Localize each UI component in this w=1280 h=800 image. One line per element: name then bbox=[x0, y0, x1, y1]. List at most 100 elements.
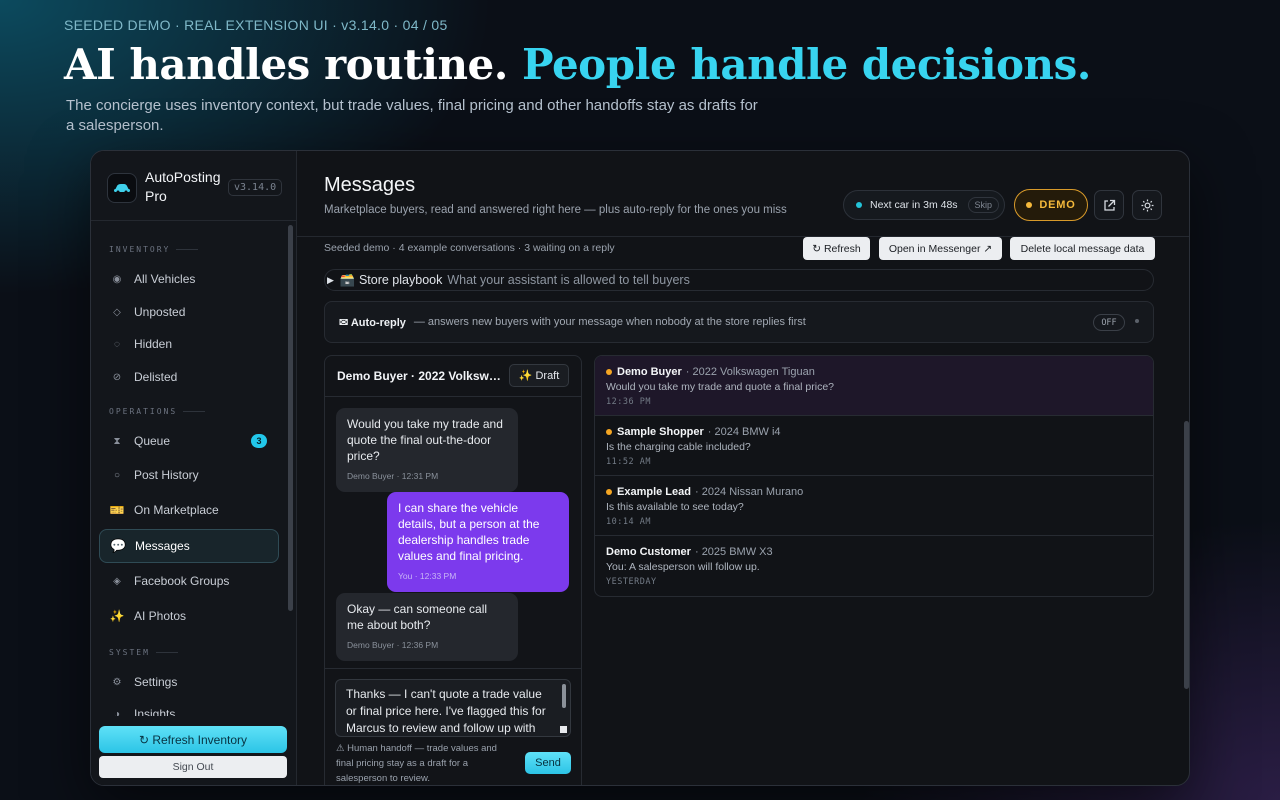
sidebar-item-label: Settings bbox=[134, 675, 178, 689]
section-operations: OPERATIONS bbox=[109, 407, 205, 416]
playbook-desc: What your assistant is allowed to tell b… bbox=[447, 273, 690, 287]
sidebar-item-settings[interactable]: ⚙ Settings bbox=[99, 665, 279, 699]
auto-reply-toggle[interactable]: OFF bbox=[1093, 314, 1125, 331]
draft-reply-textarea[interactable]: Thanks — I can't quote a trade value or … bbox=[335, 679, 571, 737]
extension-window: AutoPosting Pro v3.14.0 INVENTORY ◉ All V… bbox=[90, 150, 1190, 786]
sidebar-item-label: Hidden bbox=[134, 337, 173, 351]
seed-info: Seeded demo · 4 example conversations · … bbox=[324, 242, 615, 254]
sun-icon bbox=[1141, 199, 1153, 211]
sidebar-item-label: Facebook Groups bbox=[134, 574, 230, 588]
sidebar-item-facebook-groups[interactable]: ◈ Facebook Groups bbox=[99, 564, 279, 598]
car-logo-icon bbox=[107, 173, 137, 203]
page-title: Messages bbox=[324, 174, 416, 196]
grid-dot-icon: ◉ bbox=[112, 273, 122, 285]
diamond-filled-icon: ◈ bbox=[113, 575, 121, 587]
version-badge: v3.14.0 bbox=[228, 179, 283, 196]
conversation-snippet: Would you take my trade and quote a fina… bbox=[606, 381, 835, 393]
conversation-item[interactable]: Demo Buyer · 2022 Volkswagen Tiguan Would… bbox=[595, 356, 1153, 416]
section-inventory: INVENTORY bbox=[109, 245, 198, 254]
brand: AutoPosting Pro v3.14.0 bbox=[91, 151, 296, 221]
demo-label: DEMO bbox=[1039, 199, 1076, 211]
open-in-messenger-button[interactable]: Open in Messenger ↗ bbox=[879, 237, 1002, 260]
sidebar-scrollbar[interactable] bbox=[288, 225, 293, 611]
external-link-icon bbox=[1103, 199, 1115, 211]
hero-subtitle: The concierge uses inventory context, bu… bbox=[66, 97, 758, 134]
sidebar-item-label: Queue bbox=[134, 434, 171, 448]
hero-title-accent: People handle decisions. bbox=[522, 40, 1091, 89]
conversation-vehicle: · 2024 BMW i4 bbox=[707, 426, 781, 438]
sidebar-item-messages[interactable]: 💬 Messages bbox=[99, 529, 279, 563]
store-playbook-toggle[interactable]: ▶ 🗃️ Store playbook What your assistant … bbox=[324, 269, 1154, 291]
sidebar: AutoPosting Pro v3.14.0 INVENTORY ◉ All V… bbox=[91, 151, 297, 785]
next-car-text: Next car in 3m 48s bbox=[870, 199, 958, 211]
unread-dot bbox=[606, 369, 612, 375]
skip-button[interactable]: Skip bbox=[967, 197, 1000, 213]
textarea-scrollbar[interactable] bbox=[562, 684, 566, 708]
conversation-snippet: Is this available to see today? bbox=[606, 501, 744, 513]
sidebar-item-label: Messages bbox=[135, 539, 190, 553]
message-text: I can share the vehicle details, but a p… bbox=[398, 501, 540, 563]
hero-title-main: AI handles routine. bbox=[64, 40, 508, 89]
conversation-snippet: Is the charging cable included? bbox=[606, 441, 751, 453]
conversation-item[interactable]: Sample Shopper · 2024 BMW i4 Is the charg… bbox=[595, 416, 1153, 476]
conversation-item[interactable]: Example Lead · 2024 Nissan Murano Is this… bbox=[595, 476, 1153, 536]
sidebar-item-label: On Marketplace bbox=[134, 503, 219, 517]
conversation-name: Sample Shopper bbox=[617, 426, 704, 438]
textarea-resize-handle[interactable] bbox=[560, 726, 567, 733]
sidebar-item-delisted[interactable]: ⊘ Delisted bbox=[99, 360, 279, 394]
sidebar-item-post-history[interactable]: ○ Post History bbox=[99, 458, 279, 492]
delete-local-data-button[interactable]: Delete local message data bbox=[1010, 237, 1155, 260]
expand-triangle-icon: ▶ bbox=[327, 274, 334, 285]
speech-bubble-icon: 💬 bbox=[110, 538, 127, 553]
chat-header: Demo Buyer · 2022 Volkswagen Tiguan ✨ Dr… bbox=[325, 356, 581, 397]
theme-toggle-button[interactable] bbox=[1132, 190, 1162, 220]
demo-mode-badge[interactable]: DEMO bbox=[1014, 189, 1088, 221]
sparkles-icon: ✨ bbox=[109, 609, 125, 623]
sidebar-item-label: All Vehicles bbox=[134, 272, 196, 286]
conversation-name: Demo Buyer bbox=[617, 366, 682, 378]
sign-out-button[interactable]: Sign Out bbox=[99, 756, 287, 778]
sidebar-item-all-vehicles[interactable]: ◉ All Vehicles bbox=[99, 262, 279, 296]
page-subtitle: Marketplace buyers, read and answered ri… bbox=[324, 204, 787, 216]
conversation-time: YESTERDAY bbox=[606, 577, 657, 587]
message-meta: Demo Buyer · 12:36 PM bbox=[347, 640, 439, 650]
open-external-button[interactable] bbox=[1094, 190, 1124, 220]
conversation-list: Demo Buyer · 2022 Volkswagen Tiguan Would… bbox=[594, 355, 1154, 597]
message-bubble-incoming: Would you take my trade and quote the fi… bbox=[336, 408, 518, 492]
sidebar-item-hidden[interactable]: ◌ Hidden bbox=[99, 327, 279, 361]
conversation-time: 10:14 AM bbox=[606, 517, 651, 527]
sidebar-item-queue[interactable]: ⧗ Queue 3 bbox=[99, 424, 279, 458]
conversation-snippet: You: A salesperson will follow up. bbox=[606, 561, 760, 573]
auto-reply-menu-dot[interactable] bbox=[1135, 319, 1139, 323]
conversation-time: 11:52 AM bbox=[606, 457, 651, 467]
conversation-vehicle: · 2024 Nissan Murano bbox=[694, 486, 804, 498]
refresh-inventory-button[interactable]: ↻ Refresh Inventory bbox=[99, 726, 287, 753]
refresh-button[interactable]: ↻ Refresh bbox=[803, 237, 870, 260]
auto-reply-panel: ✉ Auto-reply — answers new buyers with y… bbox=[324, 301, 1154, 343]
sidebar-footer: ↻ Refresh Inventory Sign Out bbox=[91, 716, 296, 785]
auto-reply-desc: — answers new buyers with your message w… bbox=[413, 316, 806, 328]
sidebar-item-unposted[interactable]: ◇ Unposted bbox=[99, 295, 279, 329]
demo-dot bbox=[1026, 202, 1033, 208]
sidebar-item-ai-photos[interactable]: ✨ AI Photos bbox=[99, 599, 279, 633]
draft-button[interactable]: ✨ Draft bbox=[509, 364, 569, 387]
auto-reply-title: ✉ Auto-reply bbox=[339, 316, 406, 329]
message-text: Would you take my trade and quote the fi… bbox=[347, 417, 503, 463]
conversation-name: Example Lead bbox=[617, 486, 691, 498]
message-meta: You · 12:33 PM bbox=[398, 571, 457, 581]
main-scrollbar[interactable] bbox=[1184, 421, 1189, 689]
diamond-icon: ◇ bbox=[113, 306, 121, 318]
chat-title: Demo Buyer · 2022 Volkswagen Tiguan bbox=[337, 369, 503, 383]
message-bubble-incoming: Okay — can someone call me about both? D… bbox=[336, 593, 518, 661]
message-bubble-outgoing: I can share the vehicle details, but a p… bbox=[387, 492, 569, 592]
ticket-icon: 🎫 bbox=[109, 503, 125, 517]
conversation-item[interactable]: Demo Customer · 2025 BMW X3 You: A salesp… bbox=[595, 536, 1153, 596]
send-button[interactable]: Send bbox=[525, 752, 571, 774]
hero-meta: SEEDED DEMO · REAL EXTENSION UI · v3.14.… bbox=[64, 17, 448, 33]
message-meta: Demo Buyer · 12:31 PM bbox=[347, 471, 439, 481]
conversation-name: Demo Customer bbox=[606, 546, 691, 558]
message-text: Okay — can someone call me about both? bbox=[347, 602, 488, 632]
sidebar-item-on-marketplace[interactable]: 🎫 On Marketplace bbox=[99, 493, 279, 527]
sidebar-item-label: Post History bbox=[134, 468, 199, 482]
draft-reply-text: Thanks — I can't quote a trade value or … bbox=[346, 687, 546, 735]
